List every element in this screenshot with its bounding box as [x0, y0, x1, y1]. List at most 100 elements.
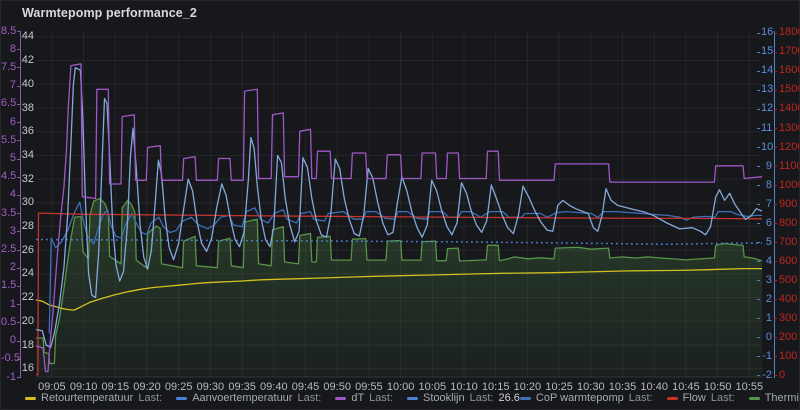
y-axis-power-tick-label: 1400 — [779, 102, 799, 115]
legend-series-name[interactable]: dT — [351, 391, 364, 405]
y-axis-power-tick-mark — [774, 318, 777, 320]
legend-series-color-dash — [25, 396, 36, 400]
y-axis-cop-tick-label: 15 — [761, 45, 774, 58]
y-axis-power-tick-mark — [774, 89, 777, 91]
y-axis-cop-tick-label: 2 — [765, 292, 772, 305]
y-axis-power-tick-label: 200 — [779, 330, 798, 343]
plot-area[interactable] — [35, 31, 763, 378]
y-axis-power-tick-mark — [774, 108, 777, 110]
y-axis-power-tick-mark — [774, 128, 777, 129]
y-axis-temp-tick-label: 20 — [21, 314, 34, 327]
y-axis-power-tick-mark — [774, 204, 777, 205]
y-axis-cop-tick-label: 11 — [761, 121, 773, 134]
y-axis-dT-tick-label: 0 — [9, 334, 16, 347]
y-axis-cop-tick-label: 12 — [761, 102, 774, 115]
y-axis-power-tick-mark — [774, 70, 777, 72]
y-axis-power-tick-mark — [774, 375, 777, 377]
legend-series-name[interactable]: Stooklijn — [423, 391, 465, 405]
legend-series-name[interactable]: Retourtemperatuur — [41, 391, 133, 405]
time-series-chart[interactable]: 8.5 8 7.5 7 6.5 6 5.5 5 4.5 4 3.5 3 2.5 2 1.5 1 0.5 0 -0.5… — [1, 1, 799, 409]
y-axis-power-tick-label: 900 — [779, 197, 798, 210]
y-axis-power-tick-label: 100 — [779, 349, 798, 362]
y-axis-power-tick-label: 700 — [779, 235, 798, 248]
y-axis-dT-tick-label: 1.5 — [1, 279, 17, 292]
y-axis-dT-tick-label: 0.5 — [1, 315, 17, 328]
y-axis-temp-tick-label: 44 — [21, 30, 34, 43]
y-axis-temp-tick-label: 16 — [21, 362, 34, 375]
y-axis-power-tick-label: 400 — [779, 292, 798, 305]
y-axis-dT-tick-label: 8.5 — [1, 24, 17, 37]
legend-series-name[interactable]: Aanvoertemperatuur — [192, 391, 292, 405]
y-axis-power-tick-mark — [774, 185, 777, 186]
y-axis-cop-tick-label: 4 — [765, 254, 772, 267]
y-axis-cop-tick-label: -1 — [762, 349, 772, 362]
legend-item-dt[interactable]: dT Last: — [335, 391, 393, 405]
y-axis-power-tick-label: 1600 — [779, 64, 799, 77]
legend-last-value: 26.6 — [498, 392, 520, 404]
legend-last-label: Last: — [138, 392, 163, 404]
y-axis-cop-tick-label: 9 — [765, 159, 772, 172]
legend-series-name[interactable]: Thermischvermogen Warmtepomp — [765, 391, 799, 405]
y-axis-temp-tick-label: 38 — [21, 101, 34, 114]
legend-item-aanvoertemperatuur[interactable]: Aanvoertemperatuur Last: — [176, 391, 321, 405]
legend-series-name[interactable]: Flow — [683, 391, 706, 405]
y-axis-temp-tick-label: 18 — [21, 338, 34, 351]
y-axis-cop-tick-label: 0 — [765, 330, 772, 343]
legend-series-color-dash — [519, 396, 531, 400]
y-axis-power-tick-mark — [774, 356, 777, 358]
y-axis-dT-tick-label: -1 — [6, 370, 16, 383]
legend-group-left: Retourtemperatuur Last: Aanvoertemperatuur… — [25, 391, 520, 405]
y-axis-temp-tick-label: 32 — [21, 172, 34, 185]
y-axis-cop-tick-label: 5 — [765, 235, 772, 248]
y-axis-cop-tick-label: 6 — [765, 216, 772, 229]
y-axis-power-tick-label: 1000 — [779, 178, 799, 191]
y-axis-cop-tick-label: 7 — [765, 197, 772, 210]
legend-series-name[interactable]: CoP warmtepomp — [536, 391, 624, 405]
y-axis-power-tick-label: 1100 — [779, 159, 799, 172]
legend-last-label: Last: — [469, 392, 494, 404]
y-axis-cop-tick-label: 1 — [765, 311, 772, 324]
y-axis-dT-tick-label: 4 — [9, 188, 16, 201]
y-axis-dT-tick-label: 7.5 — [1, 60, 17, 73]
y-axis-power-tick-label: 1700 — [779, 45, 799, 58]
legend-last-label: Last: — [628, 392, 653, 404]
legend-last-label: Last: — [710, 392, 735, 404]
y-axis-temp-tick-label: 36 — [21, 125, 34, 138]
legend-item-flow[interactable]: Flow Last: — [666, 391, 735, 405]
legend-last-label: Last: — [369, 392, 394, 404]
y-axis-power-tick-label: 0 — [779, 368, 786, 381]
legend-item-thermischvermogen-warmtepomp[interactable]: Thermischvermogen WarmtepompLast: — [748, 391, 799, 405]
y-axis-temp-tick-label: 40 — [21, 77, 34, 90]
y-axis-dT-tick-label: 4.5 — [1, 170, 17, 183]
y-axis-dT-tick-label: 7 — [9, 79, 16, 92]
y-axis-power-tick-mark — [774, 261, 777, 262]
y-axis-power-tick-label: 300 — [779, 311, 798, 324]
legend-item-stooklijn[interactable]: Stooklijn Last: 26.6 — [407, 391, 520, 405]
y-axis-cop-tick-label: 3 — [765, 273, 772, 286]
y-axis-temp-tick-label: 42 — [21, 54, 34, 67]
y-axis-dT-tick-label: 2.5 — [1, 243, 17, 255]
legend-item-cop-warmtepomp[interactable]: CoP warmtepomp Last: — [519, 391, 653, 405]
y-axis-power-tick-mark — [774, 242, 777, 243]
y-axis-power-tick-mark — [774, 299, 777, 301]
y-axis-power-tick-mark — [774, 223, 777, 224]
y-axis-dT-tick-label: 6 — [9, 115, 16, 128]
y-axis-dT-tick-label: 2 — [9, 261, 16, 274]
y-axis-power-tick-label: 800 — [779, 216, 798, 229]
y-axis-dT-tick-label: 1 — [9, 297, 16, 310]
y-axis-power-tick-mark — [774, 337, 777, 339]
y-axis-dT-tick-label: 8 — [9, 42, 16, 55]
legend-group-right: CoP warmtepomp Last: Flow Last: Thermischver… — [519, 391, 799, 405]
y-axis-cop-tick-label: 16 — [761, 26, 774, 39]
legend-series-color-dash — [666, 396, 678, 400]
y-axis-power-tick-mark — [774, 166, 777, 167]
y-axis-temp-tick-label: 30 — [21, 196, 34, 209]
series-thermischvermogen-warmtepomp-fill — [36, 198, 762, 377]
y-axis-dT-tick-label: 5 — [9, 152, 16, 164]
legend-series-color-dash — [748, 396, 760, 400]
y-axis-temp-tick-label: 28 — [21, 220, 34, 232]
grafana-panel: Warmtepomp performance_2 8.5 8 7.5 7 6.5 6 5.5… — [0, 0, 800, 410]
legend-item-retourtemperatuur[interactable]: Retourtemperatuur Last: — [25, 391, 162, 405]
legend-series-color-dash — [176, 396, 188, 400]
y-axis-dT-tick-label: 6.5 — [1, 97, 17, 110]
